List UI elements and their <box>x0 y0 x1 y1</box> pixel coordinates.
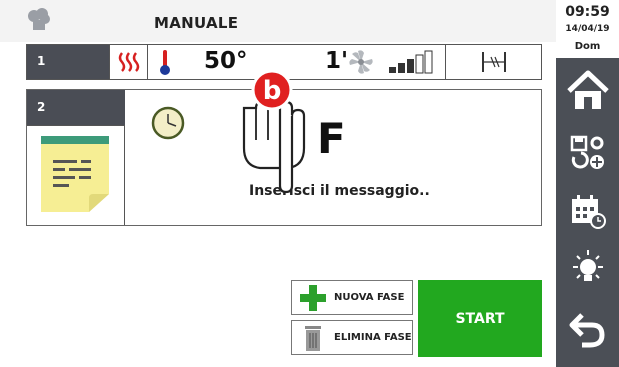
main-area: MANUALE 1 50° 1' 2 F Inserisci il messag… <box>0 0 556 367</box>
vent-icon <box>481 52 506 72</box>
start-label: START <box>455 310 505 327</box>
clock-panel: 09:59 14/04/19 Dom <box>556 0 619 58</box>
phase-2-header: 2 <box>27 90 125 125</box>
clock-icon <box>151 106 185 140</box>
fan-speed-icon <box>389 50 433 74</box>
plus-icon <box>300 284 326 311</box>
fan-icon <box>349 50 373 74</box>
delete-phase-button[interactable]: ELIMINA FASE <box>291 320 413 355</box>
save-settings-icon <box>570 135 604 169</box>
new-phase-button[interactable]: NUOVA FASE <box>291 280 413 315</box>
header-bar: MANUALE <box>0 0 556 42</box>
clock-time: 09:59 <box>565 4 610 20</box>
light-button[interactable] <box>556 240 619 298</box>
trash-icon <box>305 325 321 351</box>
clock-day: Dom <box>574 41 601 52</box>
calendar-icon <box>571 195 606 229</box>
page-title: MANUALE <box>154 14 239 32</box>
delete-phase-label: ELIMINA FASE <box>334 332 412 343</box>
note-thumbnail[interactable] <box>27 125 125 225</box>
temperature-cell[interactable]: 50° <box>147 45 248 79</box>
fan-speed-cell[interactable] <box>379 45 445 79</box>
vent-cell[interactable] <box>445 45 541 79</box>
heating-icon <box>118 52 139 72</box>
start-button[interactable]: START <box>418 280 542 357</box>
phase-2-name: F <box>317 114 346 163</box>
back-button[interactable] <box>556 300 619 358</box>
save-settings-button[interactable] <box>556 122 619 180</box>
badge-letter: b <box>263 76 282 106</box>
clock-date: 14/04/19 <box>565 24 610 34</box>
back-icon <box>569 313 605 348</box>
new-phase-label: NUOVA FASE <box>334 292 405 303</box>
light-icon <box>572 250 603 281</box>
home-icon <box>566 70 609 109</box>
pointer-hand-icon: b <box>242 69 306 194</box>
phase-1-header: 1 <box>27 45 109 79</box>
chef-hat-icon <box>28 8 50 30</box>
heating-mode-cell[interactable] <box>109 45 147 79</box>
note-icon <box>41 136 109 212</box>
home-button[interactable] <box>556 62 619 120</box>
phase-2-number: 2 <box>37 100 46 114</box>
calendar-button[interactable] <box>556 182 619 240</box>
thermometer-icon <box>160 50 170 75</box>
phase-1-number: 1 <box>37 54 46 68</box>
fan-cell[interactable] <box>343 45 379 79</box>
